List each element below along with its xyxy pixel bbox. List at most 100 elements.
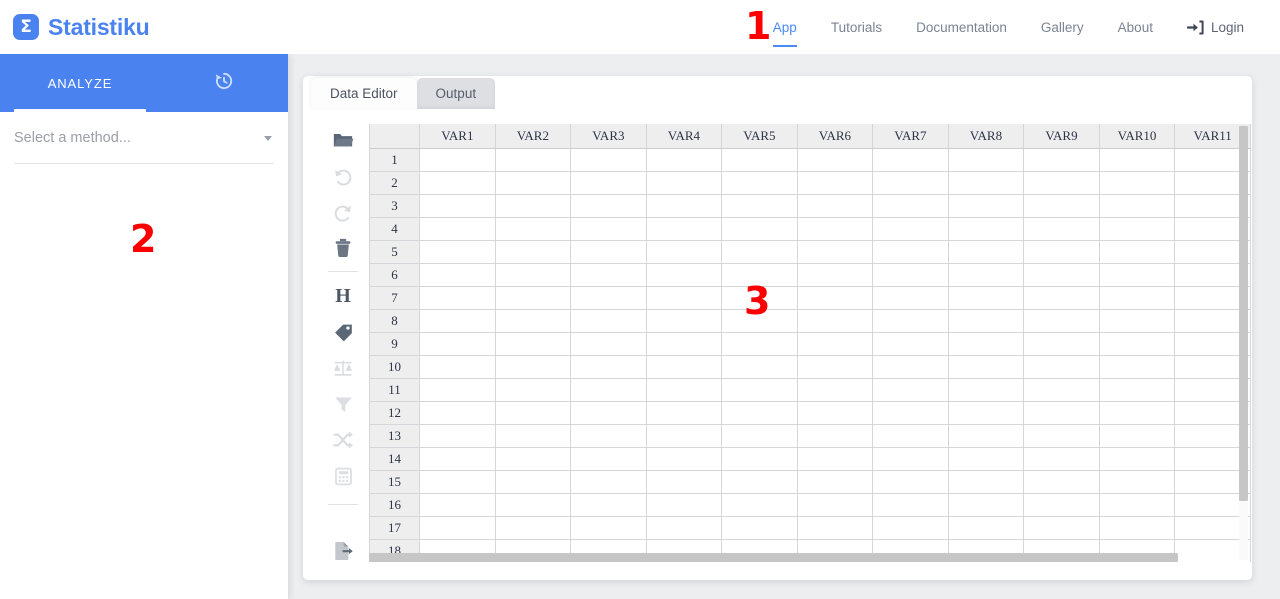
grid-cell[interactable] — [570, 148, 647, 172]
grid-cell[interactable] — [948, 470, 1025, 494]
grid-cell[interactable] — [419, 217, 496, 241]
horizontal-scrollbar-thumb[interactable] — [369, 553, 1178, 562]
grid-cell[interactable] — [1023, 148, 1100, 172]
grid-cell[interactable] — [570, 217, 647, 241]
column-header[interactable]: VAR5 — [721, 124, 798, 149]
row-header[interactable]: 6 — [370, 263, 421, 287]
grid-cell[interactable] — [721, 470, 798, 494]
grid-cell[interactable] — [872, 516, 949, 540]
column-header[interactable]: VAR6 — [797, 124, 874, 149]
grid-cell[interactable] — [1023, 378, 1100, 402]
grid-cell[interactable] — [419, 378, 496, 402]
grid-cell[interactable] — [495, 194, 572, 218]
grid-cell[interactable] — [1099, 194, 1176, 218]
grid-cell[interactable] — [646, 493, 723, 517]
tab-output[interactable]: Output — [416, 78, 496, 109]
grid-cell[interactable] — [948, 493, 1025, 517]
column-header[interactable]: VAR8 — [948, 124, 1025, 149]
grid-cell[interactable] — [495, 424, 572, 448]
row-header[interactable]: 16 — [370, 493, 421, 517]
grid-cell[interactable] — [1099, 493, 1176, 517]
grid-cell[interactable] — [419, 194, 496, 218]
grid-cell[interactable] — [948, 378, 1025, 402]
grid-cell[interactable] — [646, 470, 723, 494]
row-header[interactable]: 10 — [370, 355, 421, 379]
spreadsheet[interactable]: VAR1 VAR2 VAR3 VAR4 VAR5 VAR6 VAR7 VAR8 VAR9 VAR1… — [369, 124, 1251, 562]
grid-cell[interactable] — [570, 470, 647, 494]
grid-cell[interactable] — [797, 516, 874, 540]
grid-cell[interactable] — [721, 332, 798, 356]
grid-cell[interactable] — [721, 240, 798, 264]
grid-cell[interactable] — [1023, 309, 1100, 333]
grid-cell[interactable] — [419, 148, 496, 172]
grid-cell[interactable] — [872, 355, 949, 379]
grid-cell[interactable] — [872, 194, 949, 218]
grid-cell[interactable] — [872, 217, 949, 241]
grid-cell[interactable] — [1099, 355, 1176, 379]
grid-cell[interactable] — [721, 286, 798, 310]
row-header[interactable]: 8 — [370, 309, 421, 333]
grid-cell[interactable] — [646, 516, 723, 540]
row-header[interactable]: 7 — [370, 286, 421, 310]
grid-cell[interactable] — [646, 447, 723, 471]
grid-cell[interactable] — [721, 309, 798, 333]
grid-cell[interactable] — [872, 286, 949, 310]
grid-cell[interactable] — [797, 332, 874, 356]
weights-balance-icon[interactable] — [324, 350, 362, 386]
grid-cell[interactable] — [495, 332, 572, 356]
nav-item-about[interactable]: About — [1101, 0, 1170, 54]
grid-cell[interactable] — [872, 401, 949, 425]
row-header[interactable]: 5 — [370, 240, 421, 264]
grid-cell[interactable] — [570, 378, 647, 402]
grid-cell[interactable] — [948, 217, 1025, 241]
grid-cell[interactable] — [721, 148, 798, 172]
column-header[interactable]: VAR7 — [872, 124, 949, 149]
grid-cell[interactable] — [419, 240, 496, 264]
brand-logo[interactable]: Σ Statistiku — [13, 14, 150, 41]
grid-cell[interactable] — [721, 194, 798, 218]
grid-cell[interactable] — [646, 401, 723, 425]
grid-cell[interactable] — [721, 401, 798, 425]
grid-cell[interactable] — [419, 470, 496, 494]
grid-cell[interactable] — [948, 332, 1025, 356]
grid-cell[interactable] — [721, 447, 798, 471]
grid-cell[interactable] — [797, 263, 874, 287]
grid-cell[interactable] — [1099, 516, 1176, 540]
grid-cell[interactable] — [646, 171, 723, 195]
grid-cell[interactable] — [797, 493, 874, 517]
grid-cell[interactable] — [646, 309, 723, 333]
grid-cell[interactable] — [797, 378, 874, 402]
grid-cell[interactable] — [646, 378, 723, 402]
grid-cell[interactable] — [570, 447, 647, 471]
grid-cell[interactable] — [721, 516, 798, 540]
grid-cell[interactable] — [872, 263, 949, 287]
grid-cell[interactable] — [1023, 194, 1100, 218]
grid-cell[interactable] — [495, 470, 572, 494]
grid-cell[interactable] — [872, 447, 949, 471]
grid-cell[interactable] — [495, 401, 572, 425]
grid-cell[interactable] — [1099, 240, 1176, 264]
grid-cell[interactable] — [948, 447, 1025, 471]
grid-cell[interactable] — [872, 424, 949, 448]
redo-icon[interactable] — [324, 194, 362, 230]
login-button[interactable]: Login — [1170, 20, 1280, 35]
grid-cell[interactable] — [948, 148, 1025, 172]
grid-cell[interactable] — [419, 401, 496, 425]
column-header[interactable]: VAR9 — [1023, 124, 1100, 149]
grid-cell[interactable] — [419, 171, 496, 195]
grid-cell[interactable] — [646, 424, 723, 448]
tab-data-editor[interactable]: Data Editor — [311, 78, 417, 109]
grid-cell[interactable] — [721, 424, 798, 448]
grid-cell[interactable] — [948, 401, 1025, 425]
grid-cell[interactable] — [495, 286, 572, 310]
nav-item-documentation[interactable]: Documentation — [899, 0, 1024, 54]
column-header[interactable]: VAR10 — [1099, 124, 1176, 149]
grid-cell[interactable] — [646, 148, 723, 172]
row-header[interactable]: 4 — [370, 217, 421, 241]
grid-cell[interactable] — [797, 194, 874, 218]
grid-cell[interactable] — [570, 263, 647, 287]
grid-cell[interactable] — [948, 171, 1025, 195]
grid-cell[interactable] — [646, 263, 723, 287]
row-header[interactable]: 14 — [370, 447, 421, 471]
grid-cell[interactable] — [419, 263, 496, 287]
